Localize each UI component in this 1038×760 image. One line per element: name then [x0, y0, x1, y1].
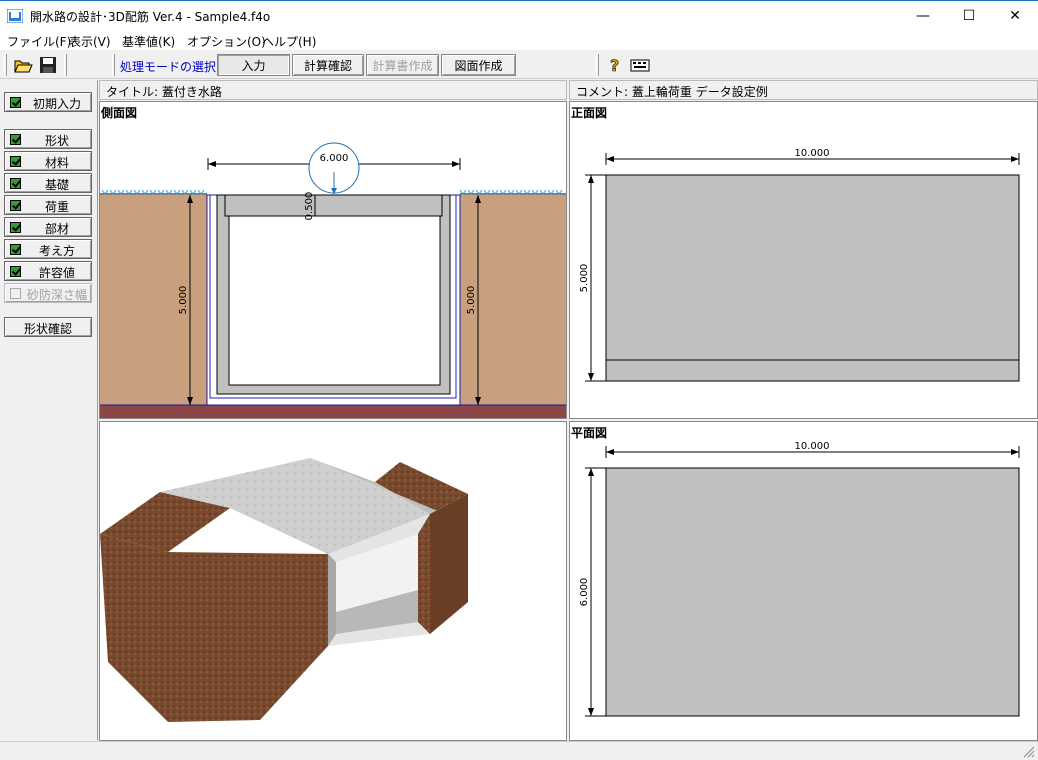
front-width-dim: 10.000: [795, 148, 830, 159]
close-icon: ✕: [1009, 8, 1021, 24]
maximize-icon: ☐: [962, 8, 976, 24]
side-view-drawing: 6.000 0.500 5.000 5.000: [100, 142, 566, 418]
plan-view-title: 平面図: [571, 426, 608, 440]
check-icon: [10, 266, 21, 277]
plan-height-dim: 6.000: [579, 578, 590, 607]
window-title: 開水路の設計･3D配筋 Ver.4 - Sample4.f4o: [30, 10, 271, 24]
status-bar: [0, 741, 1038, 760]
close-button[interactable]: ✕: [992, 1, 1038, 31]
check-icon: [10, 200, 21, 211]
side-cover-dim: 0.500: [304, 192, 315, 221]
bedrock-layer: [100, 405, 566, 418]
initial-input-label: 初期入力: [32, 97, 81, 111]
allowable-button[interactable]: 許容値: [4, 261, 92, 281]
toolbar-grip: [4, 54, 7, 76]
member-label: 部材: [44, 222, 69, 236]
sabo-depth-button[interactable]: 砂防深さ幅: [4, 283, 92, 303]
minimize-icon: —: [916, 8, 930, 24]
unchecked-icon: [10, 288, 21, 299]
save-disk-icon[interactable]: [38, 55, 58, 75]
approach-label: 考え方: [38, 244, 75, 258]
plan-width-dim: 10.000: [795, 441, 830, 452]
side-width-dim: 6.000: [320, 153, 349, 164]
front-view-title: 正面図: [571, 106, 608, 120]
material-button[interactable]: 材料: [4, 151, 92, 171]
shape-button[interactable]: 形状: [4, 129, 92, 149]
check-icon: [10, 97, 21, 108]
material-label: 材料: [44, 156, 69, 170]
check-icon: [10, 178, 21, 189]
mode-drawing-button[interactable]: 図面作成: [441, 54, 516, 76]
shape-check-button[interactable]: 形状確認: [4, 317, 92, 337]
title-info-bar: タイトル: 蓋付き水路: [99, 80, 567, 100]
side-view-title: 側面図: [101, 106, 138, 120]
check-icon: [10, 244, 21, 255]
resize-grip-icon[interactable]: [1023, 746, 1035, 758]
comment-info-label: コメント:: [576, 85, 629, 99]
menu-view[interactable]: 表示(V): [69, 33, 111, 50]
side-view-panel[interactable]: 6.000 0.500 5.000 5.000 側面図: [99, 101, 567, 419]
load-button[interactable]: 荷重: [4, 195, 92, 215]
check-icon: [10, 156, 21, 167]
3d-view-panel[interactable]: [99, 421, 567, 741]
left-panel: 初期入力 形状 材料 基礎 荷重 部材 考え方 許容値 砂防深さ幅 形状確認: [0, 80, 98, 740]
soil-left: [100, 195, 207, 405]
app-icon: [7, 9, 23, 23]
shape-label: 形状: [44, 134, 69, 148]
svg-text:?: ?: [610, 56, 619, 75]
maximize-button[interactable]: ☐: [946, 1, 992, 31]
front-body: [605, 174, 1020, 382]
toolbar-grip-3: [596, 54, 599, 76]
menu-help[interactable]: ヘルプ(H): [262, 33, 316, 50]
allowable-label: 許容値: [38, 266, 75, 280]
plan-body: [605, 467, 1020, 717]
toolbar: 処理モードの選択 入力 計算確認 計算書作成 図面作成 ?: [0, 51, 1038, 79]
mode-calc-check-button[interactable]: 計算確認: [292, 54, 364, 76]
foundation-label: 基礎: [44, 178, 69, 192]
mode-report-button[interactable]: 計算書作成: [366, 54, 439, 76]
toolbar-grip-2: [112, 54, 115, 76]
member-button[interactable]: 部材: [4, 217, 92, 237]
plan-view-panel[interactable]: 10.000 6.000 平面図: [569, 421, 1038, 741]
cover-slab: [224, 194, 443, 217]
mode-input-button[interactable]: 入力: [217, 54, 290, 76]
title-info-label: タイトル:: [106, 85, 159, 99]
front-height-dim: 5.000: [579, 264, 590, 293]
load-label: 荷重: [44, 200, 69, 214]
minimize-button[interactable]: —: [900, 1, 946, 31]
menu-bar: ファイル(F) 表示(V) 基準値(K) オプション(O) ヘルプ(H): [0, 30, 1038, 50]
mode-select-label: 処理モードの選択: [120, 60, 217, 74]
side-left-height-dim: 5.000: [178, 286, 189, 315]
comment-info-value: 蓋上輪荷重 データ設定例: [631, 85, 768, 99]
toolbar-separator: [64, 54, 67, 76]
foundation-button[interactable]: 基礎: [4, 173, 92, 193]
front-view-drawing: 10.000 5.000: [579, 148, 1020, 382]
keyboard-icon[interactable]: [630, 55, 650, 75]
open-folder-icon[interactable]: [13, 55, 33, 75]
title-info-value: 蓋付き水路: [161, 85, 222, 99]
check-icon: [10, 222, 21, 233]
menu-standard[interactable]: 基準値(K): [122, 33, 175, 50]
shape-check-label: 形状確認: [23, 322, 72, 336]
check-icon: [10, 134, 21, 145]
comment-info-bar: コメント: 蓋上輪荷重 データ設定例: [569, 80, 1038, 100]
title-bar: 開水路の設計･3D配筋 Ver.4 - Sample4.f4o — ☐ ✕: [0, 0, 1038, 30]
approach-button[interactable]: 考え方: [4, 239, 92, 259]
initial-input-button[interactable]: 初期入力: [4, 92, 92, 112]
plan-view-drawing: 10.000 6.000: [579, 441, 1020, 717]
menu-option[interactable]: オプション(O): [187, 33, 266, 50]
sabo-depth-label: 砂防深さ幅: [26, 288, 87, 302]
front-view-panel[interactable]: 10.000 5.000 正面図: [569, 101, 1038, 419]
3d-model-render: [100, 458, 468, 722]
help-icon[interactable]: ?: [606, 55, 626, 75]
side-right-height-dim: 5.000: [466, 286, 477, 315]
menu-file[interactable]: ファイル(F): [7, 33, 71, 50]
